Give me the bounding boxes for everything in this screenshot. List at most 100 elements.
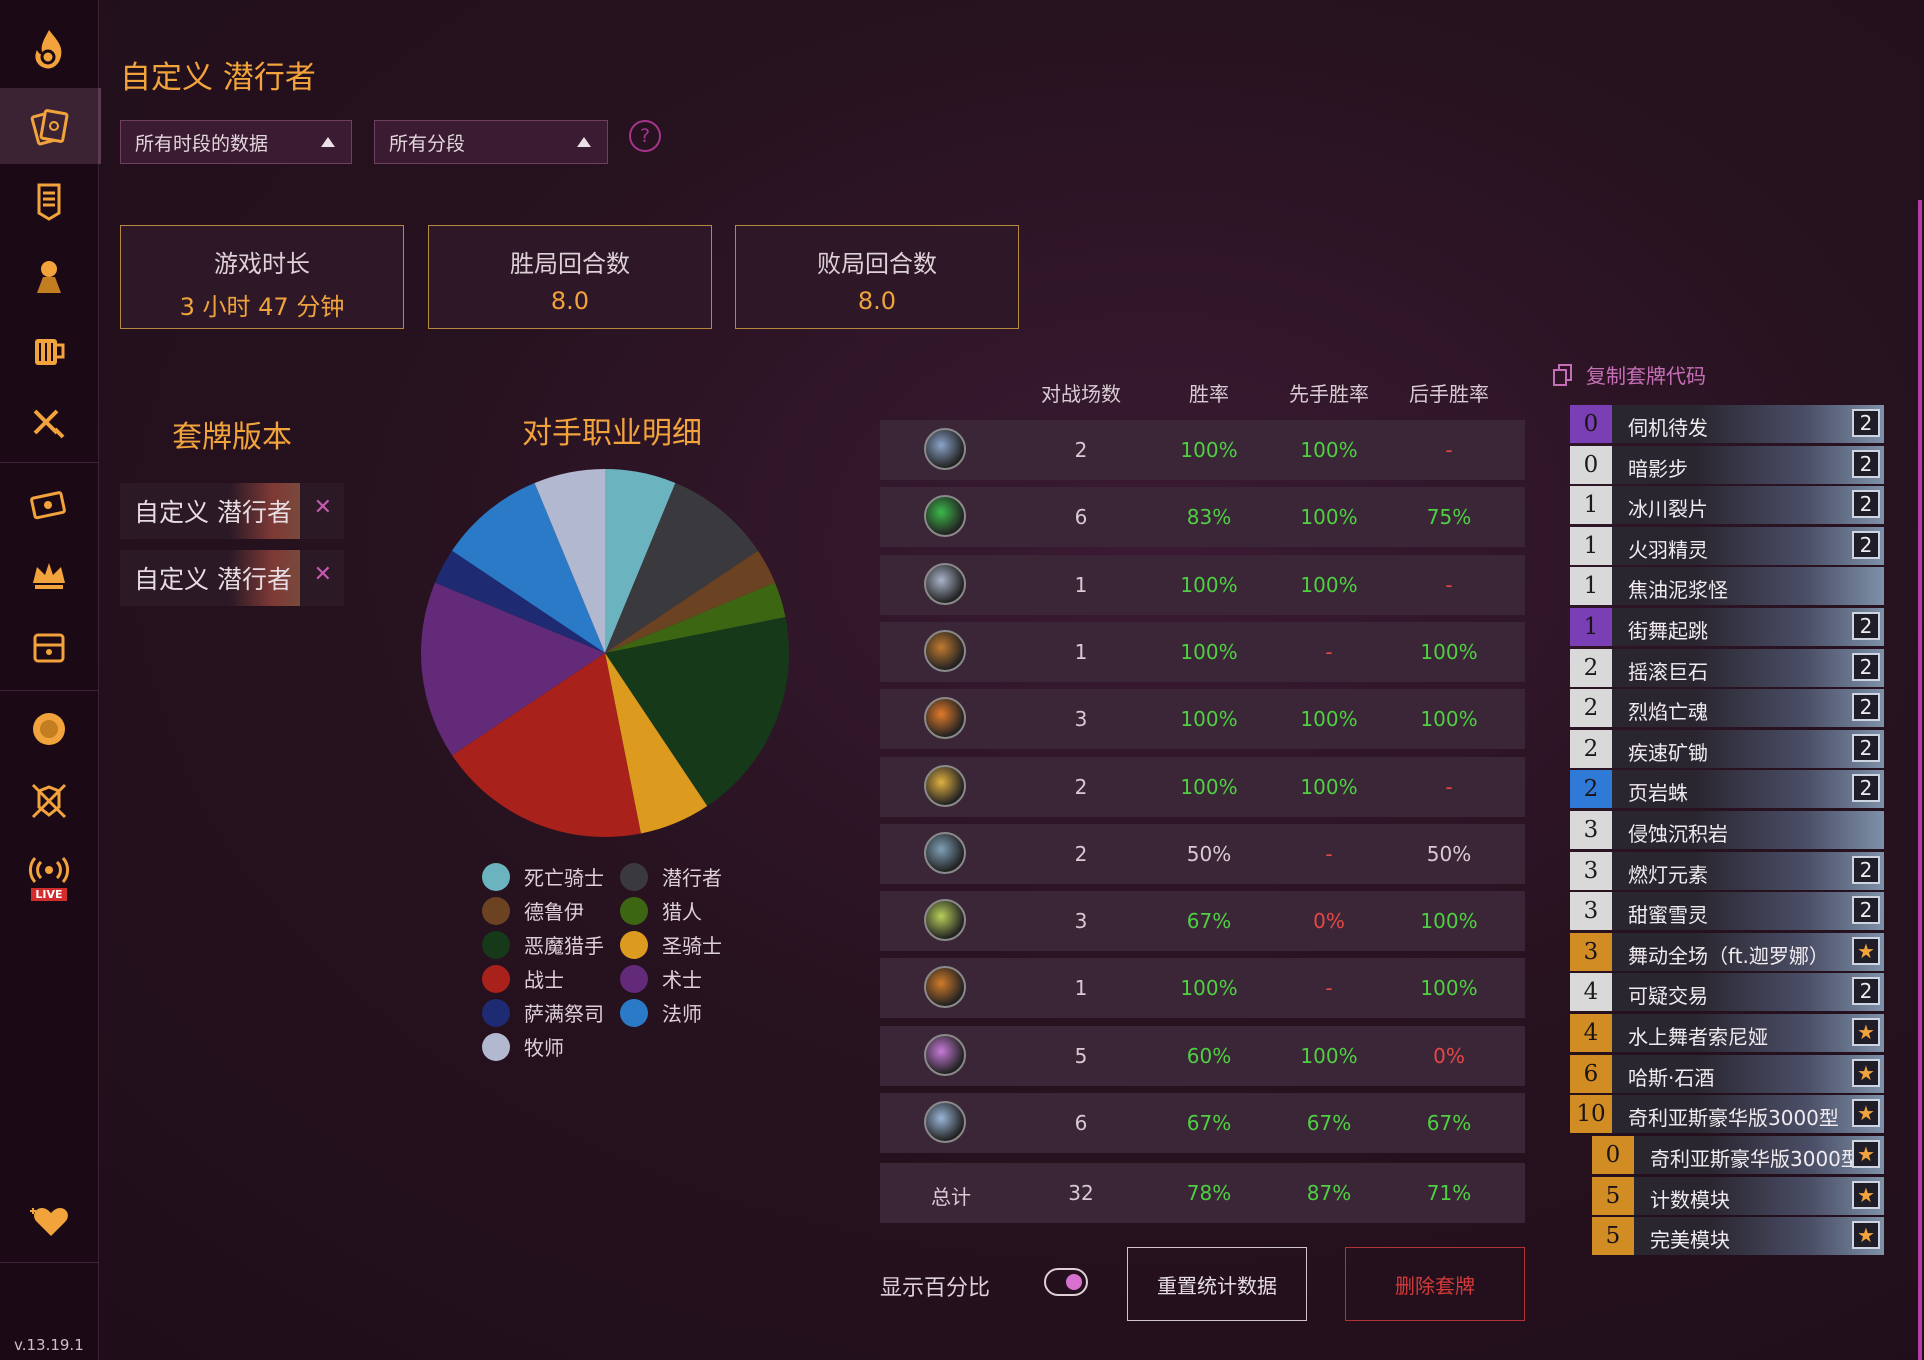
class-icon-5 — [924, 697, 966, 740]
table-cell: - — [1445, 774, 1453, 799]
deck-card[interactable]: 4 可疑交易 2 — [1570, 973, 1884, 1012]
deck-version-label: 自定义 潜行者 — [134, 565, 292, 594]
table-cell: 2 — [1074, 841, 1088, 866]
logo-flame-icon[interactable] — [0, 10, 98, 90]
card-name: 焦油泥浆怪 — [1628, 578, 1728, 603]
deck-card[interactable]: 2 烈焰亡魂 2 — [1570, 689, 1884, 728]
class-icon-2 — [924, 495, 966, 538]
close-icon[interactable]: ✕ — [314, 562, 332, 587]
table-cell: 100% — [1180, 774, 1238, 799]
copy-deck-code-button[interactable]: 复制套牌代码 — [1552, 360, 1706, 389]
deck-version-item[interactable]: 自定义 潜行者 ✕ — [120, 550, 344, 606]
deck-card[interactable]: 3 燃灯元素 2 — [1570, 851, 1884, 890]
legend-label: 猎人 — [662, 900, 702, 924]
table-cell: 67% — [1186, 909, 1232, 934]
legend-label: 德鲁伊 — [524, 900, 584, 924]
card-cost: 10 — [1570, 1095, 1612, 1134]
deck-card[interactable]: 5 计数模块 ★ — [1592, 1176, 1884, 1215]
nav-rail: LIVE v.13.19.1 — [0, 0, 101, 1360]
col-games: 对战场数 — [1041, 382, 1121, 406]
deck-card[interactable]: 1 火羽精灵 2 — [1570, 526, 1884, 565]
matchup-row: 5 60% 100% 0% — [880, 1025, 1525, 1086]
legend-item: 牧师 — [482, 1032, 564, 1061]
stat-label: 败局回合数 — [817, 250, 937, 278]
table-cell: 1 — [1074, 976, 1088, 1001]
deck-card[interactable]: 3 舞动全场（ft.迦罗娜） ★ — [1570, 932, 1884, 971]
support-heart-icon[interactable] — [0, 1185, 98, 1255]
deck-card[interactable]: 3 侵蚀沉积岩 — [1570, 811, 1884, 849]
card-name: 页岩蛛 — [1628, 781, 1688, 806]
lion-icon[interactable] — [0, 694, 98, 764]
deck-card[interactable]: 0 伺机待发 2 — [1570, 405, 1884, 443]
deck-card[interactable]: 1 街舞起跳 2 — [1570, 608, 1884, 646]
legend-swatch — [482, 862, 510, 891]
legendary-star-icon: ★ — [1852, 936, 1880, 965]
legend-label: 恶魔猎手 — [524, 934, 604, 958]
matchup-row: 1 100% - 100% — [880, 621, 1525, 682]
app-version: v.13.19.1 — [14, 1336, 84, 1354]
matchup-row: 3 100% 100% 100% — [880, 689, 1525, 750]
rank-value: 所有分段 — [389, 132, 466, 155]
legend-label: 死亡骑士 — [524, 866, 604, 890]
matchup-row: 2 100% 100% - — [880, 420, 1525, 480]
card-cost: 1 — [1570, 486, 1612, 525]
delete-deck-button[interactable]: 删除套牌 — [1345, 1247, 1525, 1321]
table-cell: 32 — [1068, 1181, 1094, 1205]
decks-icon[interactable] — [0, 88, 101, 164]
rank-dropdown[interactable]: 所有分段 — [374, 120, 608, 164]
card-count: 2 — [1852, 652, 1880, 681]
deck-card[interactable]: 0 暗影步 2 — [1570, 445, 1884, 484]
deck-card[interactable]: 1 冰川裂片 2 — [1570, 486, 1884, 525]
stat-card-playtime: 游戏时长 3 小时 47 分钟 — [120, 225, 404, 329]
class-icon-10 — [924, 1033, 966, 1076]
table-cell: 50% — [1426, 841, 1472, 866]
deck-card[interactable]: 3 甜蜜雪灵 2 — [1570, 892, 1884, 931]
card-cost: 1 — [1570, 567, 1612, 606]
legend-item: 圣骑士 — [620, 930, 722, 959]
table-cell: 100% — [1300, 572, 1358, 597]
show-percent-toggle[interactable] — [1044, 1268, 1088, 1296]
deck-card[interactable]: 2 疾速矿锄 2 — [1570, 729, 1884, 768]
table-cell: 100% — [1300, 438, 1358, 462]
duels-icon[interactable] — [0, 766, 98, 836]
deck-card[interactable]: 5 完美模块 ★ — [1592, 1217, 1884, 1256]
matchup-row: 6 83% 100% 75% — [880, 487, 1525, 548]
class-icon-4 — [924, 629, 966, 672]
card-count: 2 — [1852, 409, 1880, 437]
mercenaries-icon[interactable] — [0, 240, 98, 310]
legendary-star-icon: ★ — [1852, 1018, 1880, 1046]
tavern-mug-icon[interactable] — [0, 314, 98, 384]
time-range-value: 所有时段的数据 — [135, 132, 269, 155]
deck-card[interactable]: 0 奇利亚斯豪华版3000型 ★ — [1592, 1136, 1884, 1174]
crown-icon[interactable] — [0, 540, 98, 610]
table-cell: 71% — [1426, 1181, 1472, 1205]
opponent-pie-chart — [421, 469, 789, 837]
deck-card[interactable]: 2 摇滚巨石 2 — [1570, 648, 1884, 687]
deck-card[interactable]: 6 哈斯·石酒 ★ — [1570, 1054, 1884, 1093]
collection-icon[interactable] — [0, 612, 98, 682]
opponents-heading: 对手职业明细 — [522, 416, 702, 451]
card-name: 冰川裂片 — [1628, 497, 1708, 522]
battlegrounds-icon[interactable] — [0, 166, 98, 236]
reset-stats-button[interactable]: 重置统计数据 — [1127, 1247, 1307, 1321]
table-cell: 总计 — [931, 1185, 971, 1209]
deck-card[interactable]: 10 奇利亚斯豪华版3000型 ★ — [1570, 1095, 1884, 1134]
replays-icon[interactable] — [0, 468, 98, 538]
deck-card[interactable]: 1 焦油泥浆怪 — [1570, 567, 1884, 606]
arena-icon[interactable] — [0, 388, 98, 458]
table-cell: 100% — [1180, 438, 1238, 462]
card-count: 2 — [1852, 449, 1880, 478]
deck-card[interactable]: 4 水上舞者索尼娅 ★ — [1570, 1014, 1884, 1052]
help-icon[interactable]: ? — [629, 120, 661, 152]
close-icon[interactable]: ✕ — [314, 495, 332, 520]
table-cell: 67% — [1306, 1111, 1352, 1135]
card-cost: 3 — [1570, 892, 1612, 931]
live-stream-icon[interactable]: LIVE — [0, 846, 98, 910]
time-range-dropdown[interactable]: 所有时段的数据 — [120, 120, 352, 164]
card-cost: 2 — [1570, 648, 1612, 687]
deck-version-item[interactable]: 自定义 潜行者 ✕ — [120, 483, 344, 539]
table-cell: - — [1445, 572, 1453, 597]
table-cell: 100% — [1420, 976, 1478, 1001]
scrollbar[interactable] — [1918, 200, 1922, 1360]
deck-card[interactable]: 2 页岩蛛 2 — [1570, 770, 1884, 809]
